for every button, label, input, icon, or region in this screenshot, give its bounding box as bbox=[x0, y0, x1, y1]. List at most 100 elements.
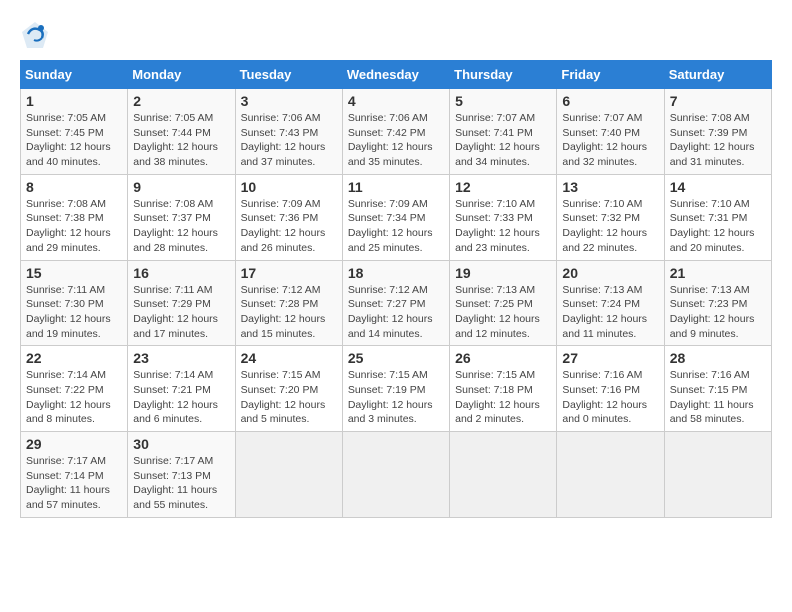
column-header-thursday: Thursday bbox=[450, 61, 557, 89]
calendar-cell bbox=[557, 432, 664, 518]
day-number: 10 bbox=[241, 179, 337, 195]
day-detail: Sunrise: 7:10 AM Sunset: 7:33 PM Dayligh… bbox=[455, 197, 551, 256]
calendar-cell: 17 Sunrise: 7:12 AM Sunset: 7:28 PM Dayli… bbox=[235, 260, 342, 346]
calendar-cell bbox=[342, 432, 449, 518]
day-detail: Sunrise: 7:10 AM Sunset: 7:32 PM Dayligh… bbox=[562, 197, 658, 256]
day-detail: Sunrise: 7:12 AM Sunset: 7:28 PM Dayligh… bbox=[241, 283, 337, 342]
calendar-cell: 2 Sunrise: 7:05 AM Sunset: 7:44 PM Daylig… bbox=[128, 89, 235, 175]
day-number: 27 bbox=[562, 350, 658, 366]
column-header-sunday: Sunday bbox=[21, 61, 128, 89]
day-number: 23 bbox=[133, 350, 229, 366]
calendar-cell: 24Sunrise: 7:15 AM Sunset: 7:20 PM Dayli… bbox=[235, 346, 342, 432]
day-detail: Sunrise: 7:17 AM Sunset: 7:13 PM Dayligh… bbox=[133, 454, 229, 513]
calendar-cell: 27 Sunrise: 7:16 AM Sunset: 7:16 PM Dayli… bbox=[557, 346, 664, 432]
calendar-week-row: 15 Sunrise: 7:11 AM Sunset: 7:30 PM Dayli… bbox=[21, 260, 772, 346]
day-number: 20 bbox=[562, 265, 658, 281]
calendar-cell: 20 Sunrise: 7:13 AM Sunset: 7:24 PM Dayli… bbox=[557, 260, 664, 346]
calendar-cell: 15 Sunrise: 7:11 AM Sunset: 7:30 PM Dayli… bbox=[21, 260, 128, 346]
day-number: 12 bbox=[455, 179, 551, 195]
calendar-cell: 21 Sunrise: 7:13 AM Sunset: 7:23 PM Dayli… bbox=[664, 260, 771, 346]
calendar-week-row: 22 Sunrise: 7:14 AM Sunset: 7:22 PM Dayli… bbox=[21, 346, 772, 432]
day-detail: Sunrise: 7:09 AM Sunset: 7:34 PM Dayligh… bbox=[348, 197, 444, 256]
day-number: 2 bbox=[133, 93, 229, 109]
calendar-cell: 6Sunrise: 7:07 AM Sunset: 7:40 PM Daylig… bbox=[557, 89, 664, 175]
day-number: 5 bbox=[455, 93, 551, 109]
calendar-week-row: 29 Sunrise: 7:17 AM Sunset: 7:14 PM Dayli… bbox=[21, 432, 772, 518]
calendar-header-row: SundayMondayTuesdayWednesdayThursdayFrid… bbox=[21, 61, 772, 89]
day-number: 13 bbox=[562, 179, 658, 195]
day-detail: Sunrise: 7:13 AM Sunset: 7:25 PM Dayligh… bbox=[455, 283, 551, 342]
day-number: 24 bbox=[241, 350, 337, 366]
day-detail: Sunrise: 7:11 AM Sunset: 7:30 PM Dayligh… bbox=[26, 283, 122, 342]
day-number: 25 bbox=[348, 350, 444, 366]
calendar-cell bbox=[450, 432, 557, 518]
calendar-cell: 10Sunrise: 7:09 AM Sunset: 7:36 PM Dayli… bbox=[235, 174, 342, 260]
day-detail: Sunrise: 7:15 AM Sunset: 7:18 PM Dayligh… bbox=[455, 368, 551, 427]
day-number: 11 bbox=[348, 179, 444, 195]
day-number: 26 bbox=[455, 350, 551, 366]
day-detail: Sunrise: 7:13 AM Sunset: 7:23 PM Dayligh… bbox=[670, 283, 766, 342]
day-detail: Sunrise: 7:08 AM Sunset: 7:39 PM Dayligh… bbox=[670, 111, 766, 170]
day-detail: Sunrise: 7:07 AM Sunset: 7:41 PM Dayligh… bbox=[455, 111, 551, 170]
day-detail: Sunrise: 7:07 AM Sunset: 7:40 PM Dayligh… bbox=[562, 111, 658, 170]
day-number: 19 bbox=[455, 265, 551, 281]
day-number: 7 bbox=[670, 93, 766, 109]
calendar-cell: 4 Sunrise: 7:06 AM Sunset: 7:42 PM Daylig… bbox=[342, 89, 449, 175]
day-detail: Sunrise: 7:05 AM Sunset: 7:44 PM Dayligh… bbox=[133, 111, 229, 170]
day-detail: Sunrise: 7:12 AM Sunset: 7:27 PM Dayligh… bbox=[348, 283, 444, 342]
calendar-cell: 7 Sunrise: 7:08 AM Sunset: 7:39 PM Daylig… bbox=[664, 89, 771, 175]
calendar-cell: 3 Sunrise: 7:06 AM Sunset: 7:43 PM Daylig… bbox=[235, 89, 342, 175]
calendar-cell: 23Sunrise: 7:14 AM Sunset: 7:21 PM Dayli… bbox=[128, 346, 235, 432]
column-header-saturday: Saturday bbox=[664, 61, 771, 89]
calendar-cell: 19 Sunrise: 7:13 AM Sunset: 7:25 PM Dayli… bbox=[450, 260, 557, 346]
day-detail: Sunrise: 7:13 AM Sunset: 7:24 PM Dayligh… bbox=[562, 283, 658, 342]
day-number: 9 bbox=[133, 179, 229, 195]
calendar-cell: 18Sunrise: 7:12 AM Sunset: 7:27 PM Dayli… bbox=[342, 260, 449, 346]
calendar-week-row: 1 Sunrise: 7:05 AM Sunset: 7:45 PM Daylig… bbox=[21, 89, 772, 175]
day-detail: Sunrise: 7:15 AM Sunset: 7:19 PM Dayligh… bbox=[348, 368, 444, 427]
day-number: 30 bbox=[133, 436, 229, 452]
calendar-cell: 29 Sunrise: 7:17 AM Sunset: 7:14 PM Dayli… bbox=[21, 432, 128, 518]
day-detail: Sunrise: 7:05 AM Sunset: 7:45 PM Dayligh… bbox=[26, 111, 122, 170]
page-header bbox=[20, 20, 772, 50]
calendar-cell: 12 Sunrise: 7:10 AM Sunset: 7:33 PM Dayli… bbox=[450, 174, 557, 260]
day-detail: Sunrise: 7:14 AM Sunset: 7:22 PM Dayligh… bbox=[26, 368, 122, 427]
calendar-cell: 16 Sunrise: 7:11 AM Sunset: 7:29 PM Dayli… bbox=[128, 260, 235, 346]
calendar-cell: 13 Sunrise: 7:10 AM Sunset: 7:32 PM Dayli… bbox=[557, 174, 664, 260]
logo bbox=[20, 20, 54, 50]
column-header-tuesday: Tuesday bbox=[235, 61, 342, 89]
calendar-cell: 8Sunrise: 7:08 AM Sunset: 7:38 PM Daylig… bbox=[21, 174, 128, 260]
day-detail: Sunrise: 7:08 AM Sunset: 7:37 PM Dayligh… bbox=[133, 197, 229, 256]
day-number: 4 bbox=[348, 93, 444, 109]
day-detail: Sunrise: 7:06 AM Sunset: 7:42 PM Dayligh… bbox=[348, 111, 444, 170]
calendar-cell: 25 Sunrise: 7:15 AM Sunset: 7:19 PM Dayli… bbox=[342, 346, 449, 432]
day-number: 17 bbox=[241, 265, 337, 281]
calendar-cell: 9 Sunrise: 7:08 AM Sunset: 7:37 PM Daylig… bbox=[128, 174, 235, 260]
day-number: 29 bbox=[26, 436, 122, 452]
column-header-friday: Friday bbox=[557, 61, 664, 89]
day-number: 22 bbox=[26, 350, 122, 366]
day-detail: Sunrise: 7:06 AM Sunset: 7:43 PM Dayligh… bbox=[241, 111, 337, 170]
calendar-cell bbox=[664, 432, 771, 518]
calendar-cell bbox=[235, 432, 342, 518]
calendar-cell: 14Sunrise: 7:10 AM Sunset: 7:31 PM Dayli… bbox=[664, 174, 771, 260]
column-header-monday: Monday bbox=[128, 61, 235, 89]
day-detail: Sunrise: 7:11 AM Sunset: 7:29 PM Dayligh… bbox=[133, 283, 229, 342]
calendar-cell: 30 Sunrise: 7:17 AM Sunset: 7:13 PM Dayli… bbox=[128, 432, 235, 518]
calendar-week-row: 8Sunrise: 7:08 AM Sunset: 7:38 PM Daylig… bbox=[21, 174, 772, 260]
day-detail: Sunrise: 7:10 AM Sunset: 7:31 PM Dayligh… bbox=[670, 197, 766, 256]
day-number: 15 bbox=[26, 265, 122, 281]
day-number: 16 bbox=[133, 265, 229, 281]
calendar-cell: 11 Sunrise: 7:09 AM Sunset: 7:34 PM Dayli… bbox=[342, 174, 449, 260]
day-number: 3 bbox=[241, 93, 337, 109]
day-number: 28 bbox=[670, 350, 766, 366]
logo-icon bbox=[20, 20, 50, 50]
day-number: 21 bbox=[670, 265, 766, 281]
day-detail: Sunrise: 7:17 AM Sunset: 7:14 PM Dayligh… bbox=[26, 454, 122, 513]
day-detail: Sunrise: 7:16 AM Sunset: 7:16 PM Dayligh… bbox=[562, 368, 658, 427]
day-number: 1 bbox=[26, 93, 122, 109]
column-header-wednesday: Wednesday bbox=[342, 61, 449, 89]
calendar-cell: 26 Sunrise: 7:15 AM Sunset: 7:18 PM Dayli… bbox=[450, 346, 557, 432]
day-detail: Sunrise: 7:16 AM Sunset: 7:15 PM Dayligh… bbox=[670, 368, 766, 427]
day-number: 8 bbox=[26, 179, 122, 195]
